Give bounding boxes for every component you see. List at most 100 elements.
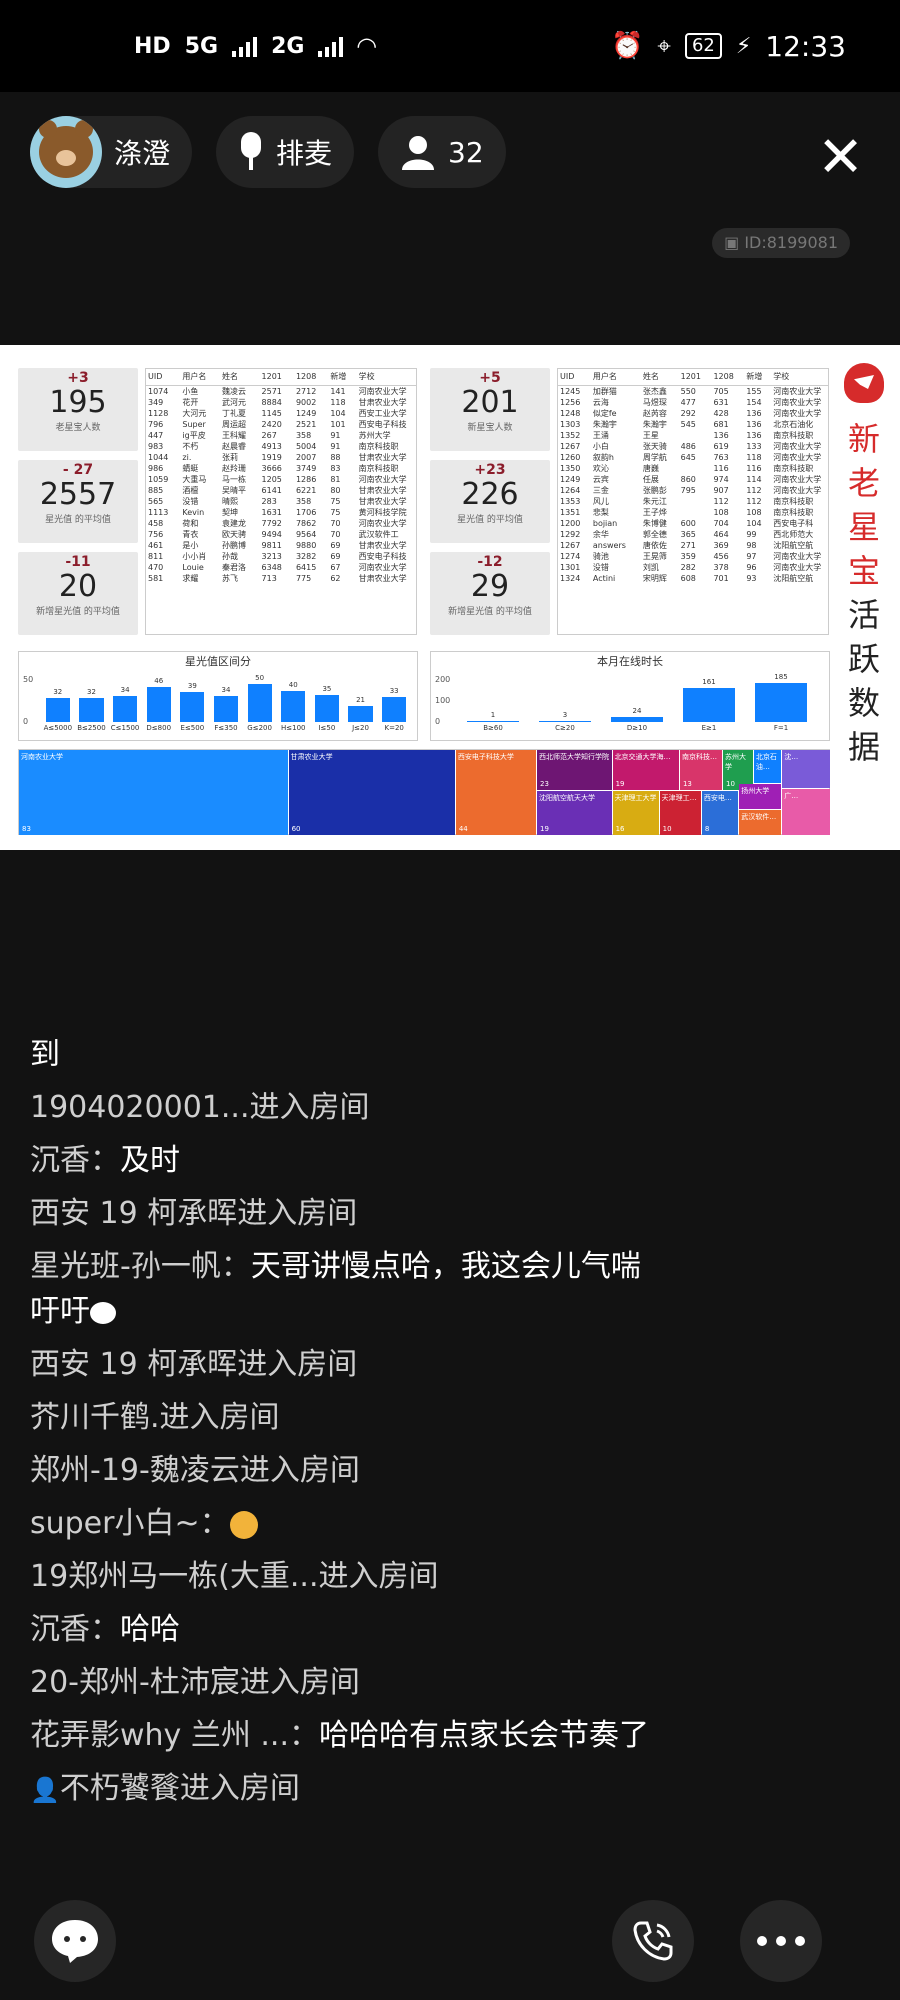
table-header-cell[interactable]: 用户名 bbox=[180, 369, 220, 386]
bar[interactable] bbox=[382, 696, 407, 722]
more-button[interactable] bbox=[740, 1900, 822, 1982]
table-cell: 袁建龙 bbox=[221, 518, 246, 528]
table-header-cell[interactable]: 学校 bbox=[356, 369, 416, 386]
chat-message: 20-郑州-杜沛宸进入房间 bbox=[30, 1660, 650, 1705]
chat-sender[interactable]: 沉香： bbox=[30, 1612, 120, 1647]
treemap-cell[interactable]: 扬州大学 bbox=[739, 784, 782, 810]
table-cell: 80 bbox=[330, 485, 341, 495]
table-cell: 1351 bbox=[560, 507, 581, 517]
treemap-cell[interactable]: 北京交通大学海… 19 bbox=[612, 750, 679, 791]
table-header-cell[interactable]: 1208 bbox=[293, 369, 329, 386]
table-header-cell[interactable]: 姓名 bbox=[640, 369, 679, 386]
table-row: 581 求耀 苏飞 713 775 62 甘肃农业大学 bbox=[146, 573, 416, 584]
table-header-cell[interactable]: 用户名 bbox=[590, 369, 641, 386]
bar[interactable] bbox=[281, 691, 306, 722]
bar[interactable] bbox=[683, 688, 735, 722]
table-header-cell[interactable]: 1201 bbox=[259, 369, 294, 386]
table-cell: 王星 bbox=[642, 430, 659, 440]
data-label: 40 bbox=[288, 681, 298, 690]
table-cell: 9564 bbox=[295, 529, 317, 539]
treemap-cell[interactable]: 西安电… 8 bbox=[701, 791, 739, 835]
table-cell: 141 bbox=[330, 386, 346, 396]
sim1-label: 5G bbox=[184, 33, 219, 59]
table-cell: 70 bbox=[330, 529, 341, 539]
treemap-cell[interactable]: 天津理工… 10 bbox=[659, 791, 701, 835]
table-header-cell[interactable]: 1201 bbox=[678, 369, 712, 386]
treemap-cell[interactable]: 西北师范大学知行学院 23 bbox=[537, 750, 612, 791]
table-cell: 983 bbox=[148, 441, 164, 451]
bar[interactable] bbox=[180, 692, 205, 722]
bar[interactable] bbox=[146, 686, 171, 722]
table-cell: 7862 bbox=[295, 518, 317, 528]
bar[interactable] bbox=[611, 716, 663, 722]
treemap-cell[interactable]: 广… bbox=[782, 788, 830, 835]
table-cell: 求耀 bbox=[182, 573, 199, 583]
table-cell: 酒檀 bbox=[182, 485, 199, 495]
treemap-label: 沈阳航空航天大学 bbox=[539, 794, 596, 803]
host-info[interactable]: 涤澄 bbox=[30, 116, 193, 188]
table-row: 1267 小白 张天骑 486 619 133 河南农业大学 bbox=[558, 441, 828, 452]
table-header-cell[interactable]: 新增 bbox=[328, 369, 357, 386]
bar[interactable] bbox=[755, 683, 807, 722]
close-icon[interactable]: ✕ bbox=[817, 130, 864, 186]
table-header-cell[interactable]: 姓名 bbox=[219, 369, 260, 386]
treemap-cell[interactable]: 西安电子科技大学 44 bbox=[455, 750, 537, 835]
x-tick-label: K=20 bbox=[384, 724, 404, 732]
host-avatar[interactable] bbox=[30, 116, 102, 188]
table-cell: 112 bbox=[746, 485, 762, 495]
table-header-cell[interactable]: 学校 bbox=[771, 369, 828, 386]
treemap-label: 扬州大学 bbox=[741, 787, 770, 796]
table-cell: 470 bbox=[148, 562, 164, 572]
bar[interactable] bbox=[539, 721, 591, 722]
treemap-cell[interactable]: 北京石油… bbox=[753, 750, 782, 784]
table-header-cell[interactable]: 新增 bbox=[744, 369, 772, 386]
data-label: 32 bbox=[86, 687, 96, 696]
chat-sender[interactable]: 星光班-孙一帆： bbox=[30, 1249, 251, 1284]
table-cell: 369 bbox=[713, 540, 729, 550]
kpi-value: 2557 bbox=[39, 477, 117, 512]
bar[interactable] bbox=[348, 705, 373, 722]
table-cell: 河南农业大学 bbox=[773, 452, 822, 462]
side-char: 宝 bbox=[847, 552, 880, 590]
table-cell: 契坤 bbox=[221, 507, 238, 517]
table-header-cell[interactable]: UID bbox=[146, 369, 181, 386]
person-icon bbox=[402, 136, 435, 170]
table-header-cell[interactable]: UID bbox=[558, 369, 591, 386]
bar[interactable] bbox=[79, 697, 104, 722]
table-cell: 9002 bbox=[295, 397, 317, 407]
bar[interactable] bbox=[45, 697, 70, 722]
chat-button[interactable] bbox=[34, 1900, 116, 1982]
mic-queue-button[interactable]: 排麦 bbox=[216, 116, 355, 188]
table-cell: 没错 bbox=[592, 562, 609, 572]
chat-message: 星光班-孙一帆：天哥讲慢点哈，我这会儿气喘吁吁 bbox=[30, 1244, 650, 1334]
chat-sender[interactable]: 沉香： bbox=[30, 1143, 120, 1178]
treemap-value: 83 bbox=[22, 825, 31, 833]
table-cell: 365 bbox=[680, 529, 696, 539]
signal-icon bbox=[232, 35, 258, 57]
bar[interactable] bbox=[467, 721, 519, 722]
audience-count-button[interactable]: 32 bbox=[378, 116, 506, 188]
treemap-cell[interactable]: 沈阳航空航天大学 19 bbox=[537, 791, 612, 835]
table-cell: 619 bbox=[713, 441, 729, 451]
table-cell: 1205 bbox=[261, 474, 282, 484]
table-cell: 河南农业大学 bbox=[773, 441, 822, 451]
table-cell: 晴熙 bbox=[221, 496, 238, 506]
treemap-cell[interactable]: 河南农业大学 83 bbox=[19, 750, 288, 835]
table-cell: 1074 bbox=[148, 386, 169, 396]
chat-sender[interactable]: 花弄影why 兰州 ...： bbox=[30, 1718, 319, 1753]
bar[interactable] bbox=[314, 695, 339, 722]
y-tick-label: 50 bbox=[23, 675, 34, 684]
bar[interactable] bbox=[247, 683, 272, 722]
treemap-cell[interactable]: 天津理工大学 16 bbox=[612, 791, 659, 835]
table-cell: 974 bbox=[713, 474, 729, 484]
treemap-cell[interactable]: 南京科技… 13 bbox=[679, 750, 722, 791]
call-button[interactable] bbox=[612, 1900, 694, 1982]
bar[interactable] bbox=[213, 696, 239, 722]
treemap-cell[interactable]: 武汉软件… bbox=[739, 810, 782, 835]
chat-sender[interactable]: super小白~： bbox=[30, 1506, 230, 1541]
treemap-cell[interactable]: 甘肃农业大学 60 bbox=[288, 750, 455, 835]
table-header-cell[interactable]: 1208 bbox=[711, 369, 745, 386]
bar[interactable] bbox=[112, 696, 138, 722]
treemap-cell[interactable]: 沈… bbox=[782, 750, 830, 788]
table-cell: 1267 bbox=[560, 441, 581, 451]
